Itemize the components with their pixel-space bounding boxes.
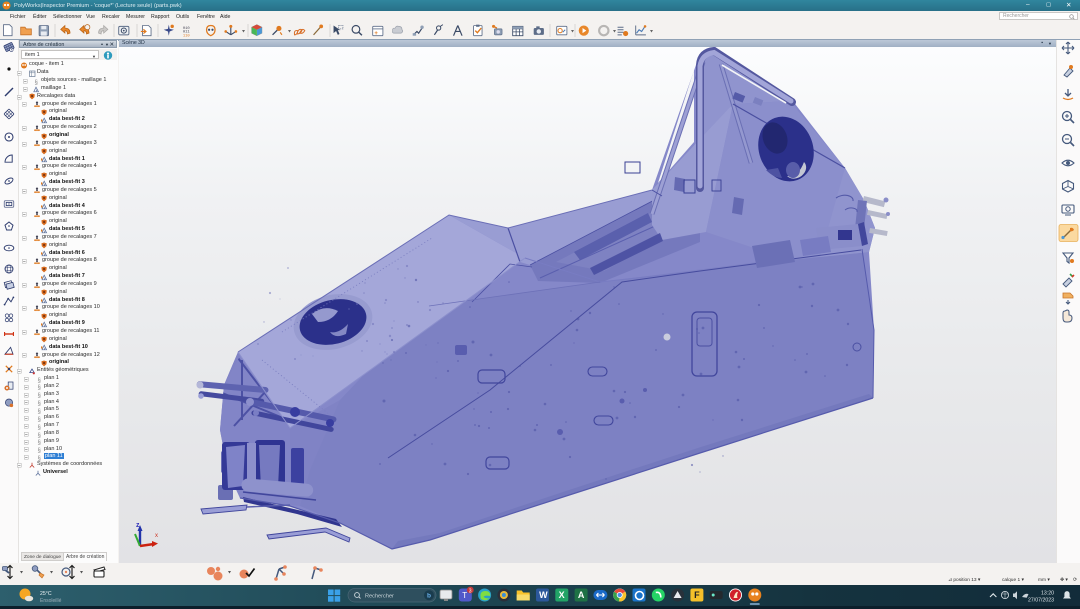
svg-text:X: X	[559, 590, 565, 600]
svg-text:F: F	[694, 590, 700, 600]
svg-text:x: x	[155, 533, 158, 539]
svg-text:27/07/2023: 27/07/2023	[1028, 598, 1054, 604]
svg-text:b: b	[427, 593, 431, 600]
svg-text:110: 110	[183, 35, 191, 39]
svg-text:A: A	[578, 590, 585, 600]
svg-text:25°C: 25°C	[40, 591, 52, 597]
svg-text:3: 3	[469, 588, 472, 594]
svg-text:13:20: 13:20	[1041, 591, 1054, 597]
svg-text:T: T	[462, 591, 467, 600]
svg-text:+: +	[374, 31, 378, 37]
svg-text:Ensoleillé: Ensoleillé	[40, 598, 62, 604]
svg-text:W: W	[539, 590, 548, 600]
svg-text:Rechercher: Rechercher	[365, 593, 394, 599]
